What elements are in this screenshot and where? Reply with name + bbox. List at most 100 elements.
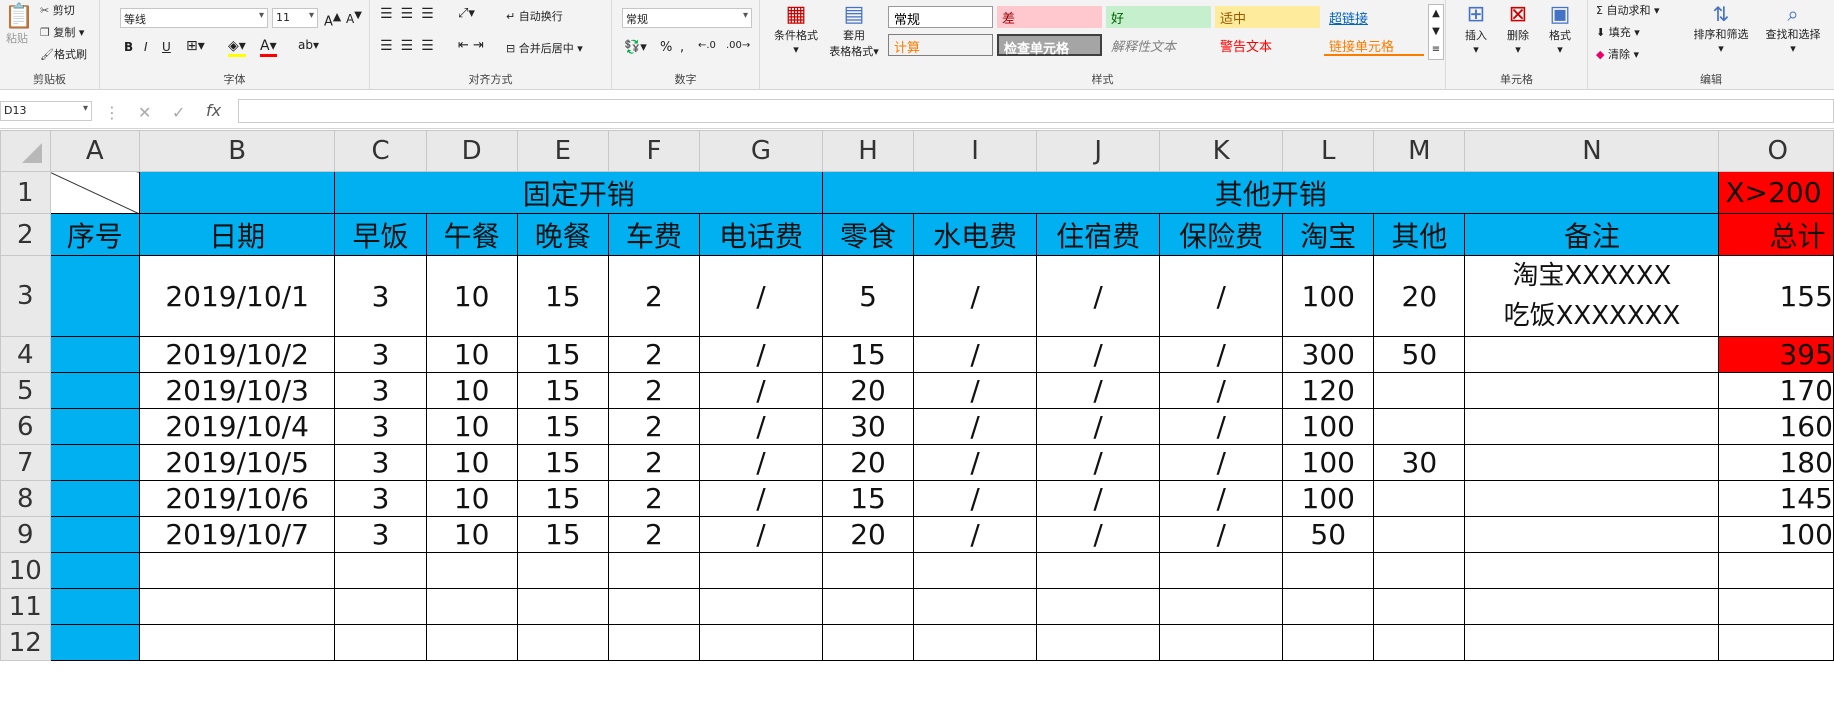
note-cell[interactable]	[1464, 372, 1720, 409]
header-8[interactable]: 零食	[821, 213, 915, 256]
percent-button[interactable]: %	[660, 40, 672, 55]
cell[interactable]	[425, 552, 518, 589]
value-cell[interactable]: /	[913, 480, 1038, 517]
column-header-f[interactable]: F	[607, 130, 700, 172]
underline-button[interactable]: U	[162, 40, 171, 54]
value-cell[interactable]: 100	[1282, 480, 1375, 517]
font-size-select[interactable]: 11 ▾	[272, 8, 318, 28]
styles-scroll[interactable]: ▲ ▼ ≡	[1428, 4, 1444, 60]
value-cell[interactable]: /	[913, 444, 1038, 481]
value-cell[interactable]: 50	[1373, 336, 1466, 373]
formula-input[interactable]	[238, 99, 1834, 123]
cell[interactable]	[913, 624, 1038, 661]
total-cell[interactable]: 170	[1718, 372, 1834, 409]
value-cell[interactable]	[1373, 372, 1466, 409]
format-painter-button[interactable]: 🖌格式刷	[40, 46, 87, 62]
header-5[interactable]: 晚餐	[516, 213, 609, 256]
value-cell[interactable]: 15	[821, 336, 915, 373]
cell[interactable]	[698, 588, 824, 625]
value-cell[interactable]: 15	[516, 516, 609, 553]
style-linked-cell[interactable]: 链接单元格	[1324, 34, 1424, 56]
seq-cell[interactable]	[49, 444, 140, 481]
column-header-c[interactable]: C	[334, 130, 427, 172]
cell[interactable]	[1464, 552, 1720, 589]
cell[interactable]	[138, 552, 336, 589]
column-header-d[interactable]: D	[425, 130, 518, 172]
cell[interactable]	[49, 552, 140, 589]
row-header[interactable]: 5	[0, 372, 51, 409]
value-cell[interactable]: /	[913, 336, 1038, 373]
cell[interactable]	[138, 588, 336, 625]
cell[interactable]	[1464, 588, 1720, 625]
value-cell[interactable]: 5	[821, 255, 915, 337]
format-as-table-button[interactable]: ▤ 套用 表格格式▾	[826, 2, 882, 59]
header-15[interactable]: 总计	[1718, 213, 1834, 256]
style-explanatory[interactable]: 解释性文本	[1106, 34, 1211, 56]
value-cell[interactable]: /	[1159, 336, 1284, 373]
value-cell[interactable]: 3	[334, 408, 427, 445]
header-4[interactable]: 午餐	[425, 213, 518, 256]
cell[interactable]	[821, 552, 915, 589]
cell[interactable]	[1036, 624, 1161, 661]
row-header[interactable]: 6	[0, 408, 51, 445]
value-cell[interactable]: 20	[821, 444, 915, 481]
style-neutral[interactable]: 适中	[1215, 6, 1320, 28]
rule-header[interactable]: X>200	[1718, 171, 1834, 214]
value-cell[interactable]: /	[1159, 444, 1284, 481]
header-2[interactable]: 日期	[138, 213, 336, 256]
header-7[interactable]: 电话费	[698, 213, 824, 256]
value-cell[interactable]: 10	[425, 372, 518, 409]
value-cell[interactable]: 3	[334, 255, 427, 337]
cell[interactable]	[821, 588, 915, 625]
cell[interactable]	[516, 552, 609, 589]
value-cell[interactable]: 15	[516, 336, 609, 373]
fill-color-button[interactable]: ◈▾	[228, 38, 246, 57]
header-14[interactable]: 备注	[1464, 213, 1720, 256]
value-cell[interactable]: 3	[334, 516, 427, 553]
other-costs-header[interactable]: 其他开销	[821, 171, 1720, 214]
total-cell[interactable]: 180	[1718, 444, 1834, 481]
value-cell[interactable]: /	[698, 480, 824, 517]
date-cell[interactable]: 2019/10/3	[138, 372, 336, 409]
value-cell[interactable]: /	[698, 444, 824, 481]
header-10[interactable]: 住宿费	[1036, 213, 1161, 256]
note-cell[interactable]: 淘宝XXXXXX 吃饭XXXXXXX	[1464, 255, 1720, 337]
value-cell[interactable]: 15	[516, 255, 609, 337]
value-cell[interactable]: 10	[425, 408, 518, 445]
value-cell[interactable]: 15	[516, 444, 609, 481]
row-header[interactable]: 10	[0, 552, 51, 589]
value-cell[interactable]: 10	[425, 480, 518, 517]
value-cell[interactable]: 120	[1282, 372, 1375, 409]
value-cell[interactable]: 2	[607, 336, 700, 373]
paste-button[interactable]: 📋 粘贴	[4, 2, 34, 46]
header-9[interactable]: 水电费	[913, 213, 1038, 256]
value-cell[interactable]: 2	[607, 372, 700, 409]
seq-cell[interactable]	[49, 372, 140, 409]
column-header-o[interactable]: O	[1718, 130, 1834, 172]
row-header[interactable]: 9	[0, 516, 51, 553]
insert-button[interactable]: ⊞ 插入 ▾	[1458, 2, 1494, 56]
header-13[interactable]: 其他	[1373, 213, 1466, 256]
name-box[interactable]: D13 ▾	[0, 101, 92, 121]
cell[interactable]	[1036, 552, 1161, 589]
seq-cell[interactable]	[49, 516, 140, 553]
cell[interactable]	[1373, 624, 1466, 661]
date-cell[interactable]: 2019/10/4	[138, 408, 336, 445]
value-cell[interactable]: /	[913, 372, 1038, 409]
header-11[interactable]: 保险费	[1159, 213, 1284, 256]
value-cell[interactable]: /	[698, 408, 824, 445]
value-cell[interactable]: /	[1036, 255, 1161, 337]
cell[interactable]	[516, 624, 609, 661]
value-cell[interactable]: 300	[1282, 336, 1375, 373]
cell[interactable]	[138, 624, 336, 661]
value-cell[interactable]: /	[1159, 516, 1284, 553]
style-good[interactable]: 好	[1106, 6, 1211, 28]
row-header[interactable]: 8	[0, 480, 51, 517]
date-cell[interactable]: 2019/10/7	[138, 516, 336, 553]
cell[interactable]	[138, 171, 336, 214]
wrap-text-button[interactable]: ↵ 自动换行	[506, 8, 563, 24]
value-cell[interactable]: 10	[425, 516, 518, 553]
cell[interactable]	[425, 624, 518, 661]
select-all-button[interactable]	[0, 130, 51, 172]
value-cell[interactable]: 2	[607, 480, 700, 517]
